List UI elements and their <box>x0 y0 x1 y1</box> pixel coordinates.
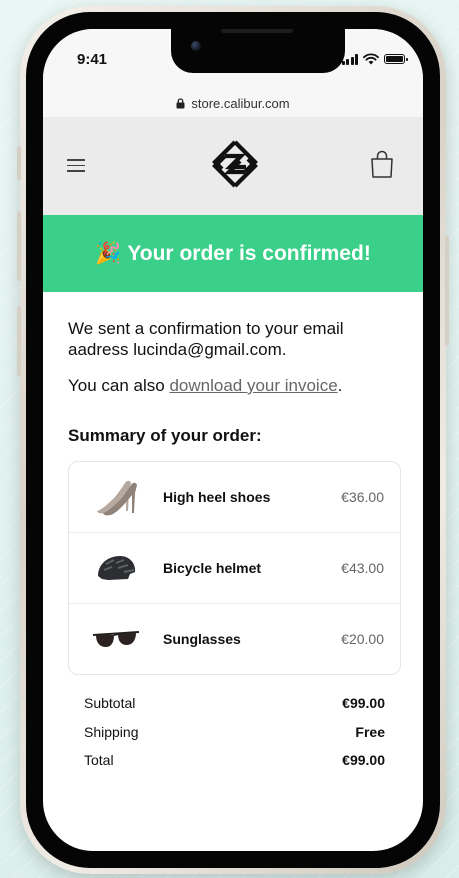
phone-bezel: 9:41 store.calibur.com 🎉 Your order is c… <box>26 12 440 868</box>
list-item[interactable]: High heel shoes €36.00 <box>69 462 400 533</box>
address-bar[interactable]: store.calibur.com <box>43 89 423 117</box>
volume-up-button <box>17 211 21 281</box>
order-totals: Subtotal €99.00 Shipping Free Total €99.… <box>68 689 401 775</box>
shipping-label: Shipping <box>84 723 139 740</box>
item-price: €43.00 <box>341 560 384 576</box>
volume-down-button <box>17 306 21 376</box>
shopping-bag-icon[interactable] <box>369 149 395 179</box>
mute-switch <box>17 146 21 180</box>
high-heel-shoes-image <box>69 462 163 533</box>
status-icons <box>341 53 408 65</box>
hamburger-menu-icon[interactable] <box>67 159 85 173</box>
item-name: Sunglasses <box>163 631 241 647</box>
total-label: Total <box>84 752 114 769</box>
total-row: Total €99.00 <box>84 746 385 775</box>
power-button <box>445 236 449 346</box>
list-item[interactable]: Bicycle helmet €43.00 <box>69 533 400 604</box>
notch <box>171 29 345 73</box>
lock-icon <box>176 97 185 108</box>
front-camera <box>191 41 201 51</box>
email-confirmation-text: We sent a confirmation to your email aad… <box>68 319 344 359</box>
download-invoice-link[interactable]: download your invoice <box>169 376 337 395</box>
banner-text: Your order is confirmed! <box>127 241 371 265</box>
order-confirmed-banner: 🎉 Your order is confirmed! <box>43 215 423 292</box>
url-text: store.calibur.com <box>191 95 290 111</box>
status-time: 9:41 <box>77 51 108 68</box>
site-header <box>43 117 423 215</box>
invoice-text-prefix: You can also <box>68 376 170 395</box>
shipping-row: Shipping Free <box>84 718 385 747</box>
item-price: €36.00 <box>341 489 384 505</box>
subtotal-row: Subtotal €99.00 <box>84 689 385 718</box>
subtotal-value: €99.00 <box>342 695 385 712</box>
party-popper-icon: 🎉 <box>95 241 122 265</box>
battery-icon <box>384 54 408 64</box>
sunglasses-image <box>69 604 163 675</box>
confirmation-content: We sent a confirmation to your email aad… <box>68 318 401 775</box>
total-value: €99.00 <box>342 752 385 769</box>
wifi-icon <box>363 53 379 65</box>
item-name: High heel shoes <box>163 489 271 505</box>
invoice-text-suffix: . <box>337 376 343 395</box>
list-item[interactable]: Sunglasses €20.00 <box>69 604 400 674</box>
item-name: Bicycle helmet <box>163 560 262 576</box>
summary-title: Summary of your order: <box>68 426 262 445</box>
shipping-value: Free <box>355 723 385 740</box>
invoice-text: You can also download your invoice. <box>68 375 401 396</box>
speaker <box>221 29 293 33</box>
calibur-logo[interactable] <box>210 139 260 189</box>
screen: 9:41 store.calibur.com 🎉 Your order is c… <box>43 29 423 851</box>
bicycle-helmet-image <box>69 533 163 604</box>
phone-frame: 9:41 store.calibur.com 🎉 Your order is c… <box>17 6 449 874</box>
order-items-list: High heel shoes €36.00 Bicycle helmet €4… <box>68 461 401 675</box>
item-price: €20.00 <box>341 631 384 647</box>
subtotal-label: Subtotal <box>84 695 136 712</box>
